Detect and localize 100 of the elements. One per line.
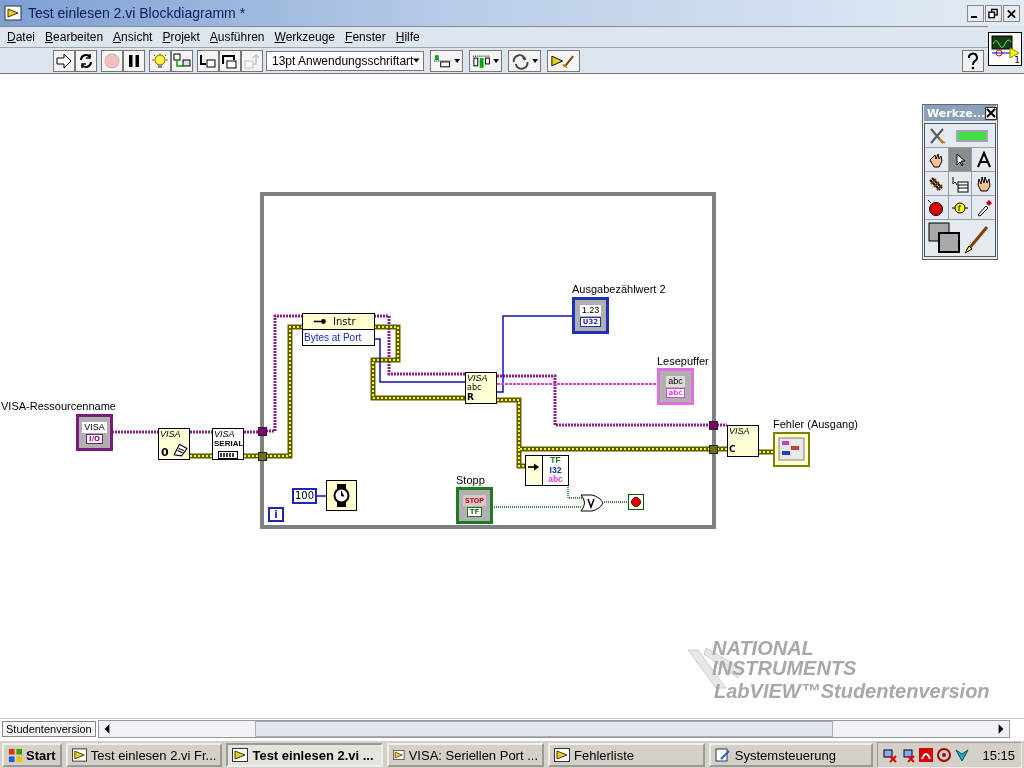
iteration-terminal: i bbox=[268, 507, 284, 522]
connector-number: 1 bbox=[1014, 55, 1020, 65]
visa-configure-node[interactable]: VISA 0 bbox=[158, 428, 190, 460]
property-class: Instr bbox=[333, 315, 356, 328]
operate-tool[interactable] bbox=[925, 148, 948, 171]
restore-icon bbox=[988, 7, 999, 20]
position-tool[interactable] bbox=[948, 148, 972, 171]
probe-tool[interactable] bbox=[948, 196, 972, 219]
taskbar-button[interactable]: Test einlesen 2.vi Fr... bbox=[65, 743, 223, 767]
app-tray-icon[interactable] bbox=[954, 747, 971, 763]
taskbar-button[interactable]: Systemsteuerung bbox=[708, 743, 874, 767]
unbundle-node[interactable]: TF I32 abc bbox=[525, 455, 569, 486]
shortcut-menu-icon bbox=[951, 174, 969, 193]
restore-button[interactable] bbox=[985, 4, 1002, 22]
reorder-icon bbox=[510, 51, 539, 70]
scroll-tool[interactable] bbox=[972, 172, 995, 195]
wait-node-watch-icon[interactable] bbox=[326, 480, 357, 511]
loop-tunnel bbox=[709, 445, 718, 454]
color-tool[interactable] bbox=[925, 220, 995, 256]
node-title: VISA bbox=[467, 373, 488, 383]
start-logo-icon bbox=[8, 747, 23, 763]
help-button[interactable] bbox=[962, 49, 984, 72]
node-mode: C bbox=[729, 444, 736, 454]
app-tray-icon[interactable] bbox=[918, 747, 935, 763]
reorder-button[interactable] bbox=[508, 49, 541, 72]
node-title: VISA bbox=[214, 429, 235, 439]
control-panel-icon bbox=[714, 747, 731, 763]
horizontal-scrollbar[interactable] bbox=[97, 720, 1010, 738]
vi-icon[interactable]: 1 bbox=[988, 32, 1022, 66]
network-icon[interactable] bbox=[900, 747, 917, 763]
start-button[interactable]: Start bbox=[2, 743, 62, 767]
step-out-icon bbox=[243, 51, 261, 70]
cleanup-button[interactable] bbox=[547, 49, 580, 72]
align-button[interactable] bbox=[430, 49, 463, 72]
close-button[interactable] bbox=[1003, 4, 1020, 22]
retain-icon bbox=[173, 51, 191, 70]
watermark-text: LabVIEW™Studentenversion bbox=[714, 679, 990, 704]
labview-icon bbox=[71, 748, 87, 762]
palette-title: Werkze... bbox=[927, 106, 986, 120]
error-cluster-indicator bbox=[773, 432, 810, 467]
menu-item[interactable]: Datei bbox=[2, 30, 41, 44]
color-copy-tool[interactable] bbox=[972, 196, 995, 219]
numeric-constant[interactable]: 100 bbox=[292, 488, 318, 504]
wire-tool[interactable] bbox=[925, 172, 948, 195]
loop-tunnel bbox=[258, 452, 267, 461]
highlight-button[interactable] bbox=[149, 49, 171, 72]
property-node[interactable]: Instr Bytes at Port bbox=[302, 313, 375, 346]
retain-button[interactable] bbox=[171, 49, 193, 72]
watermark-text: NATIONAL bbox=[712, 638, 814, 658]
run-continuously-button[interactable] bbox=[75, 49, 97, 72]
labview-icon bbox=[393, 748, 405, 762]
connector-icon bbox=[217, 451, 239, 459]
visa-read-node[interactable]: VISA abc R bbox=[465, 372, 497, 404]
menu-item[interactable]: Ausführen bbox=[204, 30, 270, 44]
taskbar-button[interactable]: Fehlerliste bbox=[548, 743, 705, 767]
type-tag: abc bbox=[543, 475, 568, 485]
indicator-value: abc bbox=[666, 375, 685, 387]
hand-icon bbox=[974, 174, 993, 193]
loop-tunnel bbox=[709, 421, 718, 430]
font-dropdown[interactable]: 13pt Anwendungsschriftart bbox=[266, 50, 424, 71]
app-tray-icon[interactable] bbox=[936, 747, 953, 763]
distribute-button[interactable] bbox=[469, 49, 502, 72]
node-digit: 0 bbox=[161, 447, 169, 459]
network-icon[interactable] bbox=[882, 747, 899, 763]
menu-item[interactable]: Hilfe bbox=[390, 30, 425, 44]
labview-icon bbox=[232, 748, 249, 762]
visa-serial-node[interactable]: VISA SERIAL bbox=[212, 428, 244, 460]
menu-item[interactable]: Ansicht bbox=[108, 30, 158, 44]
watermark-text: INSTRUMENTS bbox=[712, 658, 857, 678]
reference-icon bbox=[313, 318, 329, 325]
shortcut-tool[interactable] bbox=[948, 172, 972, 195]
close-button[interactable] bbox=[985, 106, 998, 120]
property-item[interactable]: Bytes at Port bbox=[303, 330, 374, 345]
labview-icon bbox=[4, 5, 22, 21]
step-into-button[interactable] bbox=[197, 49, 219, 72]
menu-item[interactable]: Bearbeiten bbox=[40, 30, 109, 44]
indicator-label: Lesepuffer bbox=[657, 355, 709, 368]
step-over-button[interactable] bbox=[219, 49, 241, 72]
node-text: abc bbox=[467, 383, 482, 392]
taskbar-button[interactable]: Test einlesen 2.vi ... bbox=[226, 743, 384, 767]
control-label: Stopp bbox=[456, 474, 485, 487]
minimize-button[interactable] bbox=[967, 4, 984, 22]
run-continuously-icon bbox=[77, 51, 95, 70]
visa-close-node[interactable]: VISA C bbox=[727, 425, 759, 457]
text-tool[interactable] bbox=[972, 148, 995, 171]
type-tag: TF bbox=[543, 456, 568, 466]
pause-button[interactable] bbox=[123, 49, 145, 72]
labview-icon bbox=[554, 748, 570, 762]
auto-tool[interactable] bbox=[925, 124, 995, 147]
control-value: VISA bbox=[82, 421, 107, 433]
menu-item[interactable]: Projekt bbox=[157, 30, 205, 44]
text-tool-icon bbox=[974, 150, 993, 169]
taskbar-button[interactable]: VISA: Seriellen Port ... bbox=[387, 743, 544, 767]
menu-item[interactable]: Werkzeuge bbox=[269, 30, 341, 44]
menu-item[interactable]: Fenster bbox=[340, 30, 391, 44]
run-button[interactable] bbox=[53, 49, 75, 72]
indicator-value: 1.23 bbox=[579, 304, 602, 316]
node-title: VISA bbox=[160, 429, 181, 439]
close-icon bbox=[1006, 7, 1017, 20]
breakpoint-tool[interactable] bbox=[925, 196, 948, 219]
